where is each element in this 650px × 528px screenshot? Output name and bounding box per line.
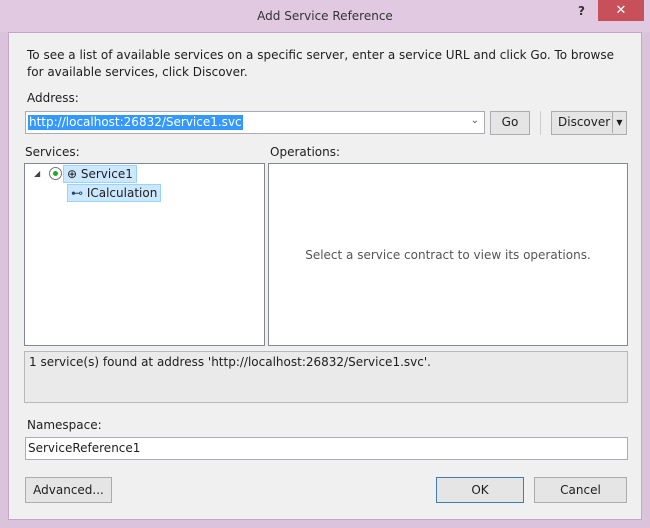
discover-label: Discover — [558, 115, 611, 129]
tree-item-service1[interactable]: ⊕ Service1 — [63, 165, 137, 183]
operations-label: Operations: — [270, 145, 341, 159]
address-combobox[interactable]: http://localhost:26832/Service1.svc ⌄ — [25, 111, 485, 134]
namespace-label: Namespace: — [27, 418, 102, 432]
tree-item-icalculation[interactable]: ⊷ ICalculation — [67, 184, 162, 202]
namespace-input[interactable]: ServiceReference1 — [25, 437, 628, 460]
discover-button[interactable]: Discover ▼ — [551, 111, 627, 135]
divider — [540, 111, 541, 135]
chevron-down-icon[interactable]: ⌄ — [471, 115, 479, 126]
service-status-icon — [49, 167, 62, 180]
window-title: Add Service Reference — [257, 9, 393, 23]
globe-icon: ⊕ — [67, 167, 81, 181]
operations-pane: Select a service contract to view its op… — [268, 163, 628, 346]
operations-placeholder: Select a service contract to view its op… — [305, 248, 591, 262]
services-tree[interactable]: ◢ ⊕ Service1 ⊷ ICalculation — [24, 163, 265, 346]
ok-button[interactable]: OK — [436, 477, 524, 503]
address-label: Address: — [27, 91, 79, 105]
status-box: 1 service(s) found at address 'http://lo… — [24, 351, 628, 403]
interface-icon: ⊷ — [71, 186, 87, 200]
go-button[interactable]: Go — [490, 111, 530, 135]
help-button[interactable]: ? — [578, 4, 585, 18]
services-label: Services: — [25, 145, 80, 159]
status-text: 1 service(s) found at address 'http://lo… — [29, 355, 431, 369]
title-bar: Add Service Reference ? ✕ — [0, 0, 650, 32]
dropdown-arrow-icon[interactable]: ▼ — [612, 112, 626, 133]
advanced-button[interactable]: Advanced... — [25, 477, 112, 503]
expand-icon[interactable]: ◢ — [34, 169, 40, 178]
close-button[interactable]: ✕ — [598, 0, 644, 21]
description: To see a list of available services on a… — [27, 48, 615, 79]
dialog-body: To see a list of available services on a… — [8, 32, 642, 520]
address-input[interactable]: http://localhost:26832/Service1.svc — [28, 115, 243, 130]
cancel-button[interactable]: Cancel — [534, 477, 627, 503]
